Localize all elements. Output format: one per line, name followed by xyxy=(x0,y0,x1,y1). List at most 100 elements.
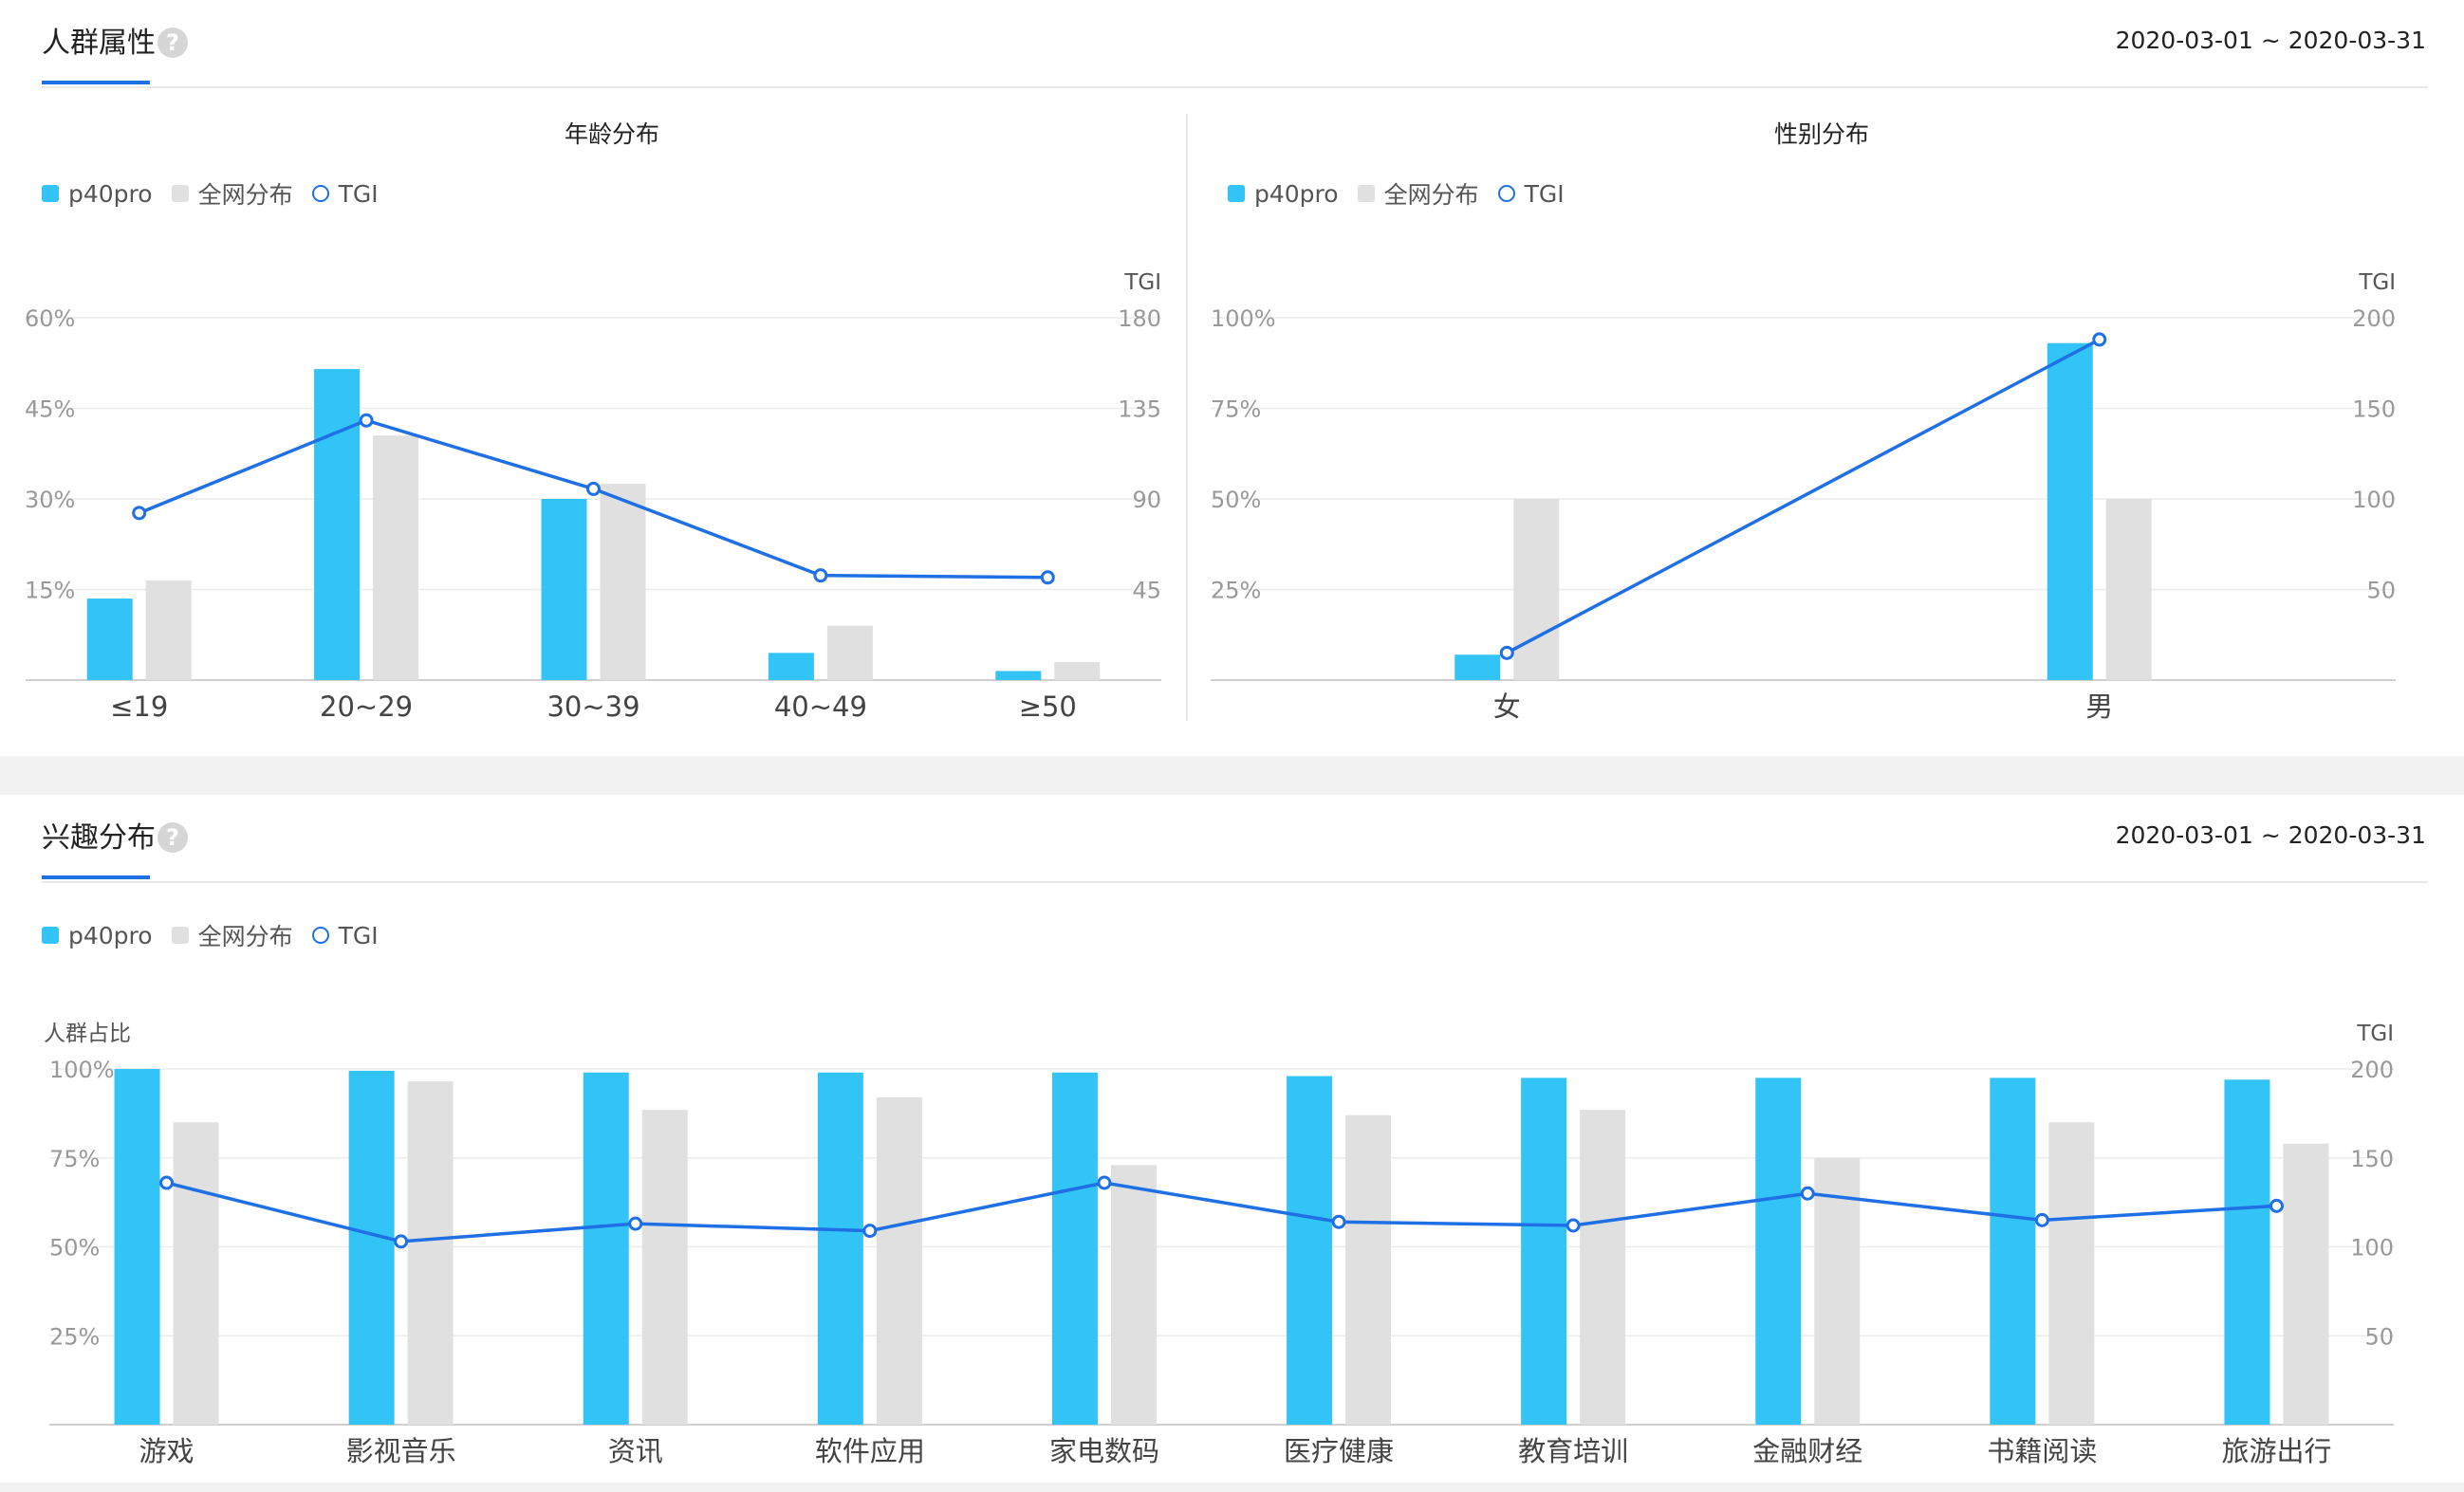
bar-p40pro xyxy=(584,1073,629,1425)
tgi-point xyxy=(161,1177,173,1188)
x-tick-label: 20~29 xyxy=(320,691,413,723)
x-tick-label: 男 xyxy=(2085,691,2113,723)
bar-p40pro xyxy=(818,1073,863,1425)
y2-tick-label: 50 xyxy=(2366,578,2396,604)
x-tick-label: 家电数码 xyxy=(1049,1435,1159,1467)
x-tick-label: 软件应用 xyxy=(815,1435,925,1467)
tgi-point xyxy=(1802,1188,1813,1199)
bar-p40pro xyxy=(1521,1078,1566,1425)
y2-tick-label: 45 xyxy=(1132,578,1161,604)
audience-attributes-panel: 人群属性 ? 2020-03-01 ~ 2020-03-31 年龄分布 性别分布… xyxy=(0,0,2464,756)
tgi-point xyxy=(2094,334,2105,345)
y-tick-label: 50% xyxy=(49,1235,100,1262)
bar-p40pro xyxy=(314,369,360,680)
bar-p40pro xyxy=(1990,1078,2035,1425)
y-tick-label: 15% xyxy=(25,578,75,604)
bar-overall xyxy=(1345,1115,1391,1425)
gender-distribution-chart: 100% 75% 50% 25% 200 150 100 50 TGI 女 男 xyxy=(1186,0,2464,756)
bar-overall xyxy=(1111,1165,1157,1425)
bar-overall xyxy=(2106,499,2152,680)
bar-overall xyxy=(827,626,873,680)
x-tick-label: 旅游出行 xyxy=(2221,1435,2331,1467)
y2-tick-label: 150 xyxy=(2352,396,2396,423)
tgi-point xyxy=(1099,1177,1110,1188)
bar-overall xyxy=(174,1122,219,1425)
x-tick-label: 金融财经 xyxy=(1752,1435,1862,1467)
tgi-point xyxy=(1567,1220,1579,1231)
tgi-point xyxy=(588,483,600,494)
y-tick-label: 75% xyxy=(1211,396,1261,423)
y2-tick-label: 100 xyxy=(2352,487,2396,513)
tgi-point xyxy=(134,507,145,519)
y-tick-label: 75% xyxy=(49,1146,100,1172)
tgi-point xyxy=(1042,572,1053,583)
tgi-point xyxy=(1333,1216,1344,1227)
bar-p40pro xyxy=(542,499,587,680)
y2-axis-title: TGI xyxy=(2358,270,2396,295)
x-tick-label: 游戏 xyxy=(139,1435,195,1467)
y2-tick-label: 150 xyxy=(2350,1146,2394,1172)
bar-overall xyxy=(1580,1110,1625,1425)
y-tick-label: 25% xyxy=(1211,578,1261,604)
y2-tick-label: 200 xyxy=(2352,305,2396,332)
bar-p40pro xyxy=(769,653,814,680)
y-tick-label: 50% xyxy=(1211,487,1261,513)
tgi-point xyxy=(864,1225,876,1237)
y2-tick-label: 180 xyxy=(1118,305,1161,332)
x-tick-label: 资讯 xyxy=(608,1435,663,1467)
tgi-point xyxy=(396,1236,407,1247)
x-tick-label: 影视音乐 xyxy=(346,1435,456,1467)
y-tick-label: 100% xyxy=(49,1057,115,1083)
tgi-point xyxy=(361,414,372,426)
bar-p40pro xyxy=(995,671,1041,680)
tgi-line xyxy=(167,1183,2277,1242)
bar-p40pro xyxy=(1287,1077,1332,1426)
tgi-point xyxy=(2270,1200,2282,1211)
bar-overall xyxy=(2048,1122,2094,1425)
y2-axis-title: TGI xyxy=(2356,1022,2394,1046)
bar-overall xyxy=(373,435,418,680)
x-tick-label: 女 xyxy=(1493,691,1521,723)
y-axis-title: 人群占比 xyxy=(44,1022,131,1046)
bar-p40pro xyxy=(115,1069,160,1425)
y-tick-label: 60% xyxy=(25,305,75,332)
x-tick-label: 书籍阅读 xyxy=(1987,1435,2097,1467)
y2-axis-title: TGI xyxy=(1123,270,1161,295)
bar-p40pro xyxy=(1052,1073,1098,1425)
x-tick-label: ≤19 xyxy=(110,691,168,723)
y2-tick-label: 100 xyxy=(2350,1235,2394,1262)
interest-distribution-chart: 100%75%50%25%20015010050TGI人群占比游戏影视音乐资讯软… xyxy=(0,795,2464,1483)
y-tick-label: 25% xyxy=(49,1323,100,1350)
bar-overall xyxy=(146,580,192,680)
y2-tick-label: 90 xyxy=(1132,487,1161,513)
age-distribution-chart: 60% 45% 30% 15% 180 135 90 45 TGI ≤19 20~29 30~39 40… xyxy=(0,0,1186,756)
bar-p40pro xyxy=(2224,1079,2269,1425)
bar-p40pro xyxy=(1755,1078,1801,1425)
bar-p40pro xyxy=(349,1071,395,1425)
y-tick-label: 45% xyxy=(25,396,75,423)
y-tick-label: 30% xyxy=(25,487,75,513)
tgi-point xyxy=(2036,1214,2047,1225)
bar-overall xyxy=(408,1081,454,1425)
bar-p40pro xyxy=(2047,343,2093,680)
y2-tick-label: 135 xyxy=(1118,396,1161,423)
interest-distribution-panel: 兴趣分布 ? 2020-03-01 ~ 2020-03-31 p40pro 全网… xyxy=(0,795,2464,1483)
tgi-point xyxy=(815,570,826,581)
tgi-point xyxy=(1501,647,1512,658)
tgi-line xyxy=(1507,340,2100,653)
bar-overall xyxy=(877,1097,922,1425)
x-tick-label: 40~49 xyxy=(774,691,867,723)
x-tick-label: 医疗健康 xyxy=(1284,1435,1394,1467)
x-tick-label: 30~39 xyxy=(547,691,639,723)
bar-overall xyxy=(1513,499,1559,680)
bar-p40pro xyxy=(87,599,133,680)
y2-tick-label: 200 xyxy=(2350,1057,2394,1083)
x-tick-label: ≥50 xyxy=(1019,691,1077,723)
bar-overall xyxy=(642,1110,688,1425)
y-tick-label: 100% xyxy=(1211,305,1276,332)
bar-overall xyxy=(1054,662,1100,680)
x-tick-label: 教育培训 xyxy=(1518,1435,1628,1467)
bar-overall xyxy=(601,484,646,680)
bar-overall xyxy=(2283,1144,2328,1425)
tgi-point xyxy=(630,1218,641,1229)
